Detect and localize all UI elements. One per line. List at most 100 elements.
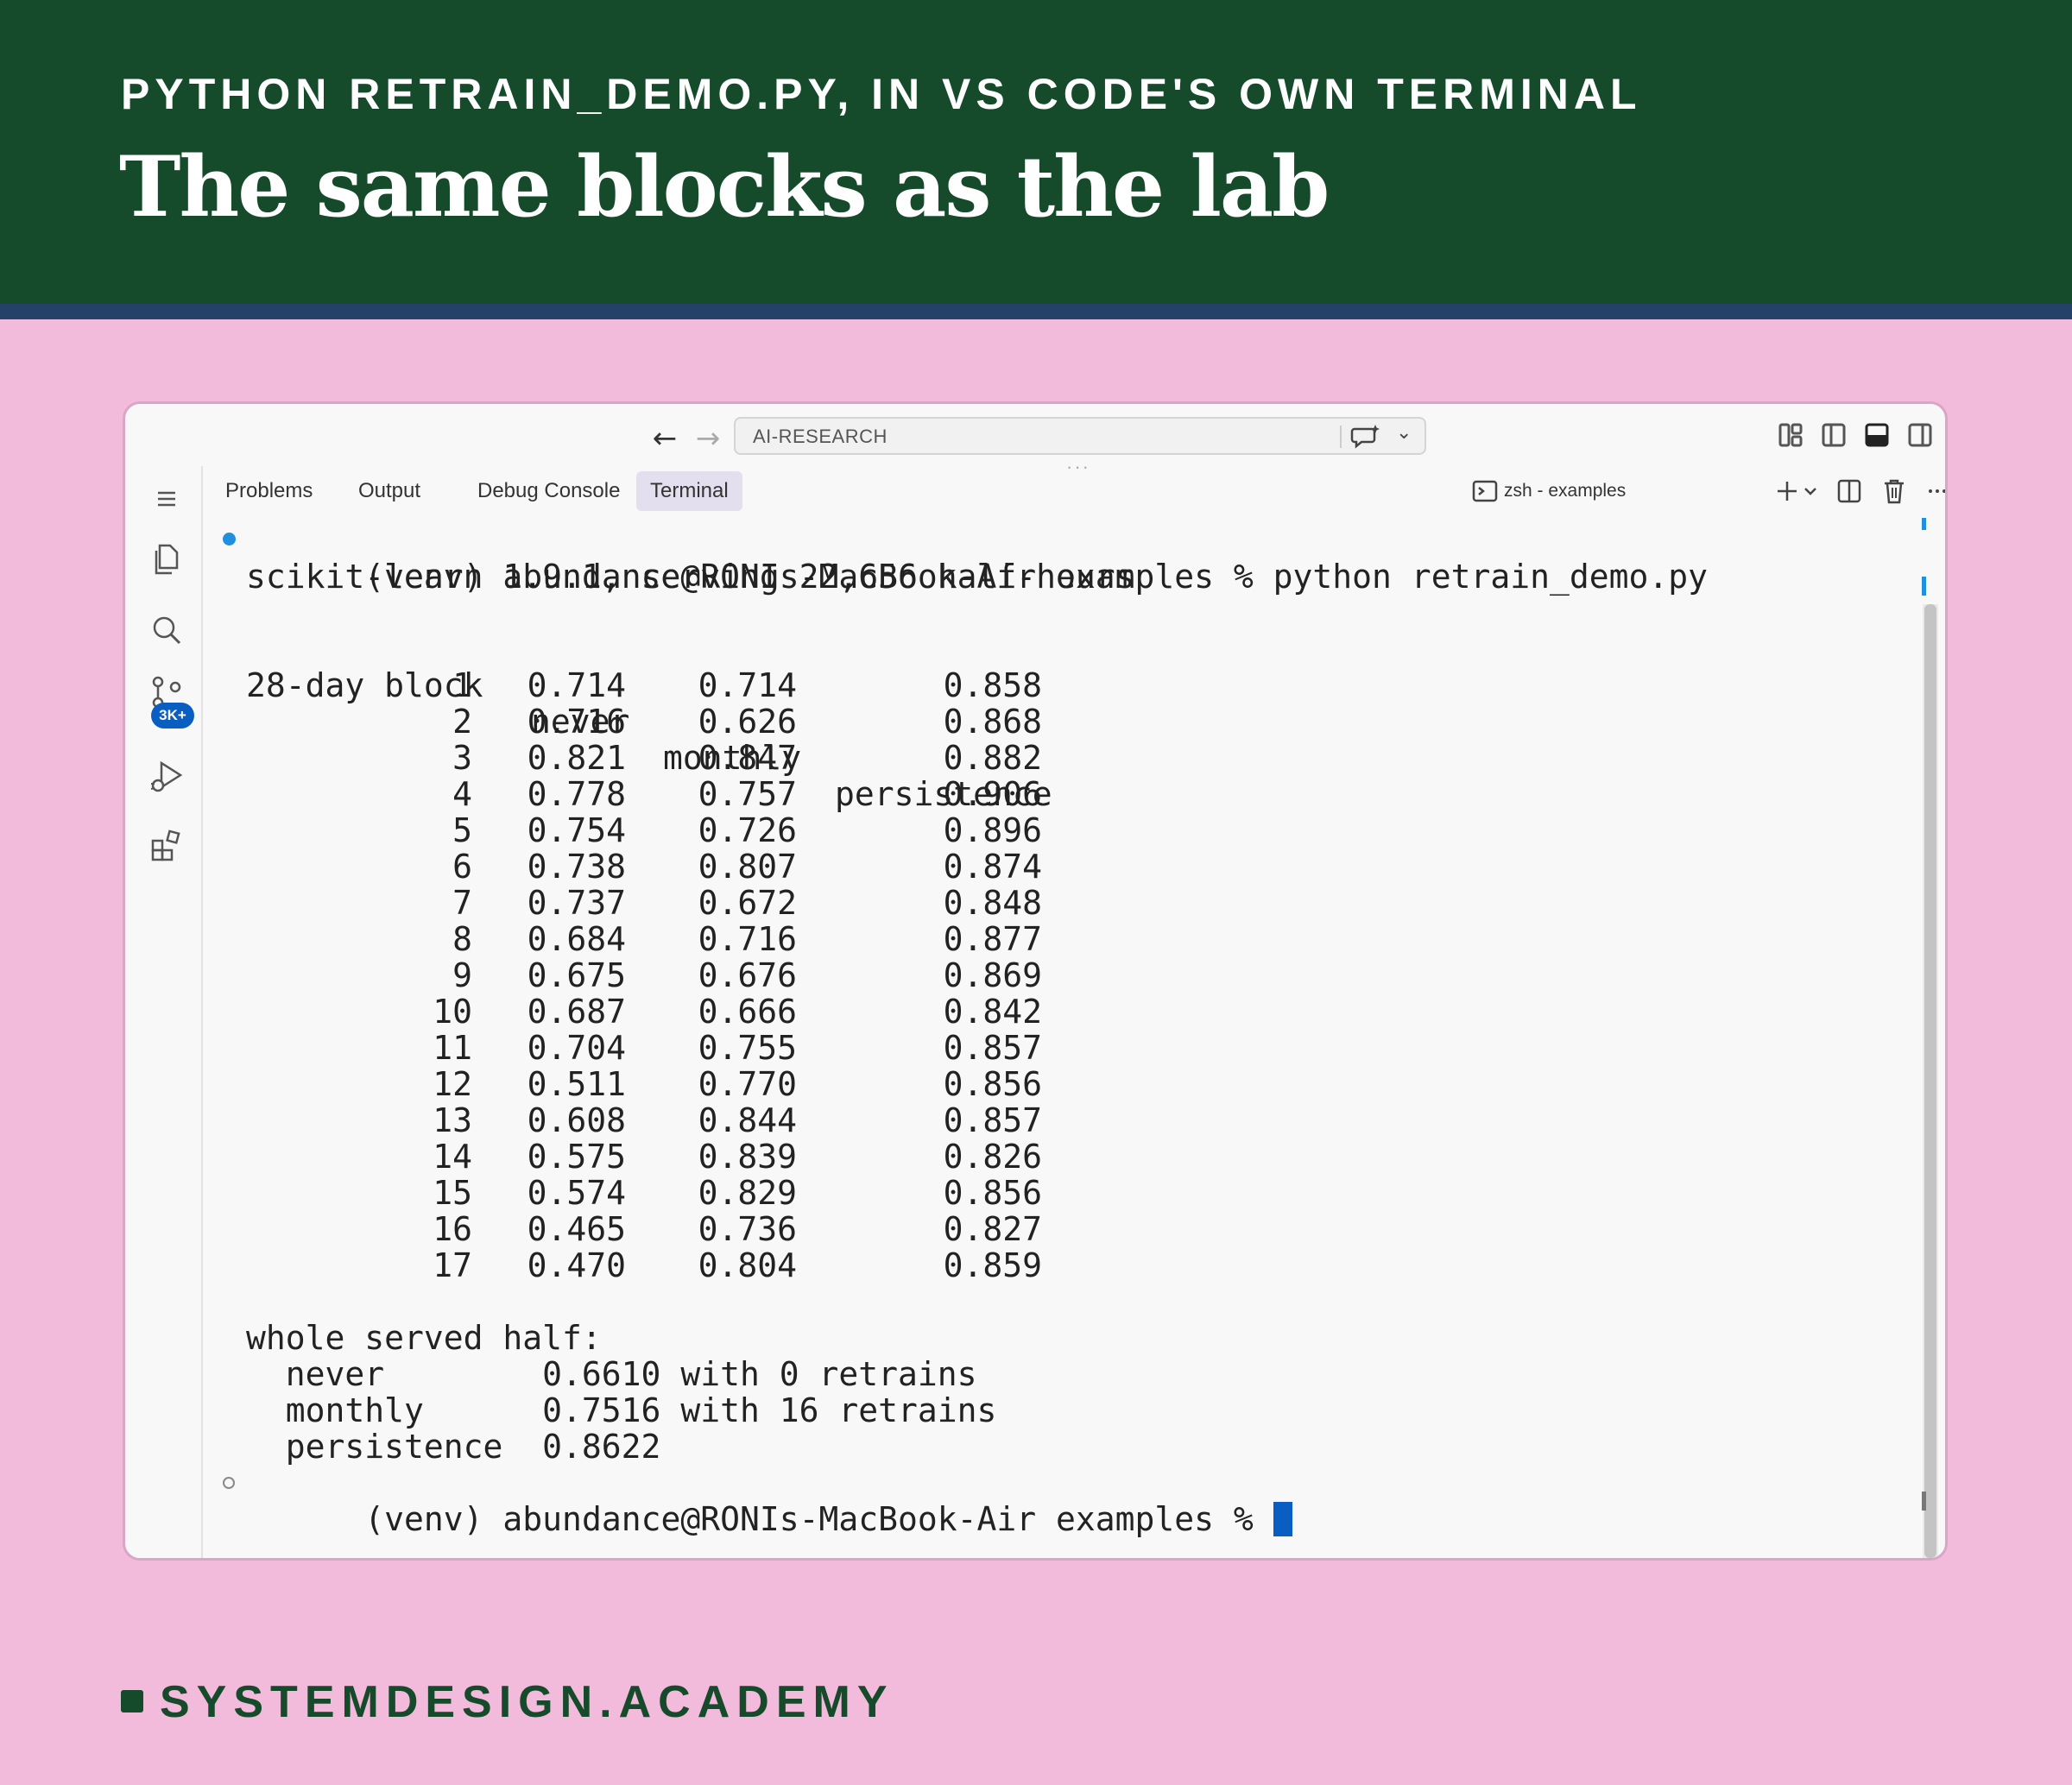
scrollbar-marker [1922, 1492, 1926, 1511]
cell-block: 16 [433, 1210, 472, 1248]
chat-sparkle-icon[interactable] [1350, 424, 1381, 450]
cell-never: 0.575 [527, 1138, 626, 1176]
menu-icon[interactable] [148, 480, 186, 518]
command-idle-dot-icon[interactable] [223, 1477, 235, 1489]
cell-never: 0.687 [527, 993, 626, 1031]
cell-block: 5 [452, 811, 472, 849]
cell-monthly: 0.726 [698, 811, 797, 849]
cell-never: 0.754 [527, 811, 626, 849]
cell-block: 4 [452, 775, 472, 813]
header-banner: PYTHON RETRAIN_DEMO.PY, IN VS CODE'S OWN… [0, 0, 2072, 304]
cell-never: 0.608 [527, 1101, 626, 1139]
back-arrow-icon[interactable]: ← [648, 421, 682, 456]
table-row: 12 0.511 0.770 0.856 [246, 1066, 1368, 1102]
source-control-badge: 3K+ [151, 703, 194, 729]
cell-block: 1 [452, 666, 472, 704]
scrollbar-marker [1922, 518, 1926, 530]
customize-layout-icon[interactable] [1778, 423, 1803, 447]
cell-persistence: 0.877 [943, 920, 1042, 958]
cell-persistence: 0.858 [943, 666, 1042, 704]
banner-divider [0, 304, 2072, 319]
activity-bar: 3K+ [132, 466, 203, 1558]
cell-block: 3 [452, 739, 472, 777]
tab-debug-console[interactable]: Debug Console [464, 471, 634, 511]
cell-never: 0.675 [527, 956, 626, 994]
cell-never: 0.470 [527, 1246, 626, 1284]
explorer-icon[interactable] [148, 540, 186, 578]
more-actions-icon[interactable] [1924, 476, 1948, 506]
cell-never: 0.778 [527, 775, 626, 813]
terminal-name[interactable]: zsh - examples [1504, 471, 1626, 511]
final-prompt: (venv) abundance@RONIs-MacBook-Air examp… [364, 1500, 1273, 1538]
panel-drag-handle[interactable]: ··· [1066, 456, 1090, 478]
cell-persistence: 0.868 [943, 703, 1042, 741]
cell-persistence: 0.859 [943, 1246, 1042, 1284]
cell-persistence: 0.874 [943, 848, 1042, 886]
chevron-down-icon[interactable]: ⌄ [1396, 422, 1412, 444]
cell-block: 12 [433, 1065, 472, 1103]
cell-persistence: 0.826 [943, 1138, 1042, 1176]
terminal-toolbar: zsh - examples [1463, 471, 1948, 511]
tab-terminal[interactable]: Terminal [636, 471, 742, 511]
table-row: 10 0.687 0.666 0.842 [246, 993, 1368, 1030]
table-row: 7 0.737 0.672 0.848 [246, 885, 1368, 921]
command-center-search[interactable]: AI-RESEARCH ⌄ [734, 417, 1426, 455]
cell-monthly: 0.770 [698, 1065, 797, 1103]
cell-block: 13 [433, 1101, 472, 1139]
cell-monthly: 0.714 [698, 666, 797, 704]
terminal-cursor [1273, 1502, 1292, 1536]
tab-output[interactable]: Output [344, 471, 434, 511]
table-row: 5 0.754 0.726 0.896 [246, 812, 1368, 848]
final-prompt-line: (venv) abundance@RONIs-MacBook-Air examp… [223, 1465, 1292, 1537]
cell-monthly: 0.736 [698, 1210, 797, 1248]
cell-never: 0.704 [527, 1029, 626, 1067]
terminal-output[interactable]: (venv) abundance@RONIs-MacBook-Air examp… [223, 522, 1869, 1549]
info-line: scikit-learn 1.9.1, serving 22,656 half-… [246, 558, 1135, 596]
command-success-dot-icon[interactable] [223, 533, 236, 546]
trash-icon[interactable] [1881, 476, 1907, 506]
brand-wordmark: SYSTEMDESIGN.ACADEMY [160, 1677, 894, 1727]
table-row: 8 0.684 0.716 0.877 [246, 921, 1368, 957]
table-row: 9 0.675 0.676 0.869 [246, 957, 1368, 993]
scrollbar-thumb[interactable] [1924, 604, 1936, 1558]
table-row: 1 0.714 0.714 0.858 [246, 667, 1368, 703]
new-terminal-plus-icon[interactable] [1774, 476, 1800, 506]
tab-problems[interactable]: Problems [212, 471, 326, 511]
cell-persistence: 0.857 [943, 1101, 1042, 1139]
table-row: 3 0.821 0.847 0.882 [246, 740, 1368, 776]
cell-persistence: 0.906 [943, 775, 1042, 813]
cell-never: 0.511 [527, 1065, 626, 1103]
extensions-icon[interactable] [148, 827, 186, 865]
search-icon[interactable] [148, 611, 186, 649]
cell-block: 11 [433, 1029, 472, 1067]
run-debug-icon[interactable] [148, 758, 186, 796]
chevron-down-icon[interactable] [1802, 476, 1819, 506]
summary-monthly: monthly 0.7516 with 16 retrains [246, 1391, 997, 1429]
toggle-secondary-sidebar-icon[interactable] [1908, 423, 1932, 447]
cell-monthly: 0.757 [698, 775, 797, 813]
vscode-window: ← → AI-RESEARCH ⌄ ··· 3K+ Problems Outpu… [123, 401, 1948, 1561]
header-kicker: PYTHON RETRAIN_DEMO.PY, IN VS CODE'S OWN… [121, 70, 1642, 118]
header-title: The same blocks as the lab [119, 138, 1330, 236]
cell-monthly: 0.839 [698, 1138, 797, 1176]
cell-never: 0.465 [527, 1210, 626, 1248]
table-row: 2 0.716 0.626 0.868 [246, 703, 1368, 740]
cell-monthly: 0.716 [698, 920, 797, 958]
summary-never: never 0.6610 with 0 retrains [246, 1355, 977, 1393]
cell-block: 6 [452, 848, 472, 886]
cell-persistence: 0.882 [943, 739, 1042, 777]
split-terminal-icon[interactable] [1836, 476, 1862, 506]
toggle-panel-icon[interactable] [1865, 423, 1889, 447]
cell-never: 0.684 [527, 920, 626, 958]
terminal-shell-icon [1472, 480, 1498, 502]
toggle-primary-sidebar-icon[interactable] [1822, 423, 1846, 447]
cell-block: 17 [433, 1246, 472, 1284]
table-row: 11 0.704 0.755 0.857 [246, 1030, 1368, 1066]
table-row: 14 0.575 0.839 0.826 [246, 1138, 1368, 1175]
cell-block: 2 [452, 703, 472, 741]
cell-never: 0.738 [527, 848, 626, 886]
table-row: 15 0.574 0.829 0.856 [246, 1175, 1368, 1211]
table-header-row: 28-day block never monthly persistence [246, 631, 1368, 812]
command-center-text: AI-RESEARCH [753, 426, 888, 447]
forward-arrow-icon[interactable]: → [691, 421, 725, 456]
